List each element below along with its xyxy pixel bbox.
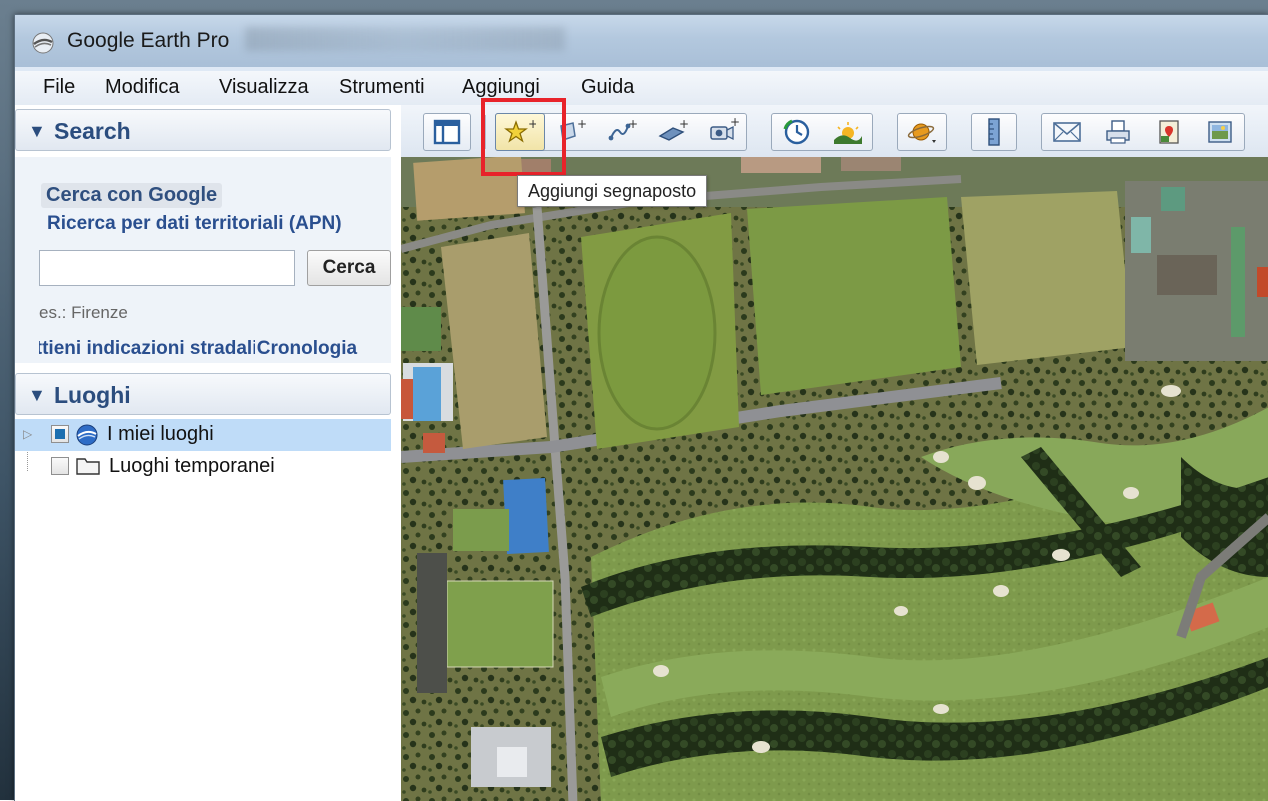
svg-text:+: + xyxy=(730,118,739,129)
menu-strumenti[interactable]: Strumenti xyxy=(339,76,425,99)
app-window: Google Earth Pro File Modifica Visualizz… xyxy=(14,14,1268,801)
view-in-google-maps-icon xyxy=(1158,120,1179,144)
places-panel-header[interactable]: ▼ Luoghi xyxy=(15,373,391,415)
map-view[interactable] xyxy=(401,157,1268,801)
tab-parcel-search[interactable]: Ricerca per dati territoriali (APN) xyxy=(47,213,342,235)
svg-text:+: + xyxy=(628,118,638,131)
search-button[interactable]: Cerca xyxy=(307,250,391,286)
svg-text:+: + xyxy=(679,118,689,131)
add-path-button[interactable]: + xyxy=(597,113,647,151)
add-image-overlay-icon: + xyxy=(658,118,689,141)
historical-imagery-button[interactable] xyxy=(771,113,822,151)
title-bar: Google Earth Pro xyxy=(15,15,1268,67)
collapse-arrow-icon: ▼ xyxy=(28,385,46,405)
record-tour-icon: + xyxy=(710,118,739,141)
email-icon xyxy=(1052,122,1081,142)
tree-item-my-places[interactable]: ▷ I miei luoghi xyxy=(15,419,391,451)
history-link[interactable]: Cronologia xyxy=(254,338,358,360)
add-image-overlay-button[interactable]: + xyxy=(648,113,698,151)
add-path-icon: + xyxy=(608,118,638,141)
search-input[interactable] xyxy=(39,250,295,286)
switch-planet-button[interactable] xyxy=(897,113,947,151)
menu-file[interactable]: File xyxy=(43,76,75,99)
ruler-icon xyxy=(988,118,1000,146)
sidebar-toggle-button[interactable] xyxy=(423,113,471,151)
menu-visualizza[interactable]: Visualizza xyxy=(219,76,309,99)
search-links: Ottieni indicazioni stradali Cronologia xyxy=(39,338,391,360)
switch-planet-icon xyxy=(907,123,936,143)
tree-item-temporary-places[interactable]: Luoghi temporanei xyxy=(15,451,391,483)
google-earth-logo-icon xyxy=(32,32,54,54)
record-tour-button[interactable]: + xyxy=(699,113,747,151)
search-panel-header[interactable]: ▼ Search xyxy=(15,109,391,151)
sidebar: ▼ Search Cerca con Google Ricerca per da… xyxy=(15,105,402,801)
print-button[interactable] xyxy=(1092,113,1143,151)
tab-google-search[interactable]: Cerca con Google xyxy=(41,183,223,208)
collapse-arrow-icon: ▼ xyxy=(28,121,46,141)
satellite-map-image xyxy=(401,157,1268,801)
save-image-icon xyxy=(1207,121,1232,143)
temporary-places-checkbox[interactable] xyxy=(51,457,69,475)
menu-bar: File Modifica Visualizza Strumenti Aggiu… xyxy=(15,71,1268,106)
places-panel-title: Luoghi xyxy=(54,382,131,408)
window-title: Google Earth Pro xyxy=(67,29,230,52)
my-places-label: I miei luoghi xyxy=(107,423,214,445)
add-placemark-highlight xyxy=(481,98,566,176)
expand-icon[interactable]: ▷ xyxy=(23,427,32,441)
globe-icon xyxy=(76,424,98,446)
email-button[interactable] xyxy=(1041,113,1092,151)
save-image-button[interactable] xyxy=(1194,113,1245,151)
temporary-places-label: Luoghi temporanei xyxy=(109,455,275,477)
menu-aggiungi[interactable]: Aggiungi xyxy=(462,76,540,99)
svg-text:+: + xyxy=(577,118,587,131)
folder-icon xyxy=(76,458,100,475)
historical-imagery-icon xyxy=(783,119,809,145)
my-places-checkbox[interactable] xyxy=(51,425,69,443)
sunlight-icon xyxy=(833,122,862,144)
view-in-google-maps-button[interactable] xyxy=(1143,113,1194,151)
print-icon xyxy=(1105,120,1130,144)
menu-modifica[interactable]: Modifica xyxy=(105,76,179,99)
sunlight-button[interactable] xyxy=(822,113,873,151)
search-hint: es.: Firenze xyxy=(39,303,128,322)
directions-link[interactable]: Ottieni indicazioni stradali xyxy=(39,338,257,360)
search-panel-title: Search xyxy=(54,118,131,144)
menu-guida[interactable]: Guida xyxy=(581,76,634,99)
ruler-button[interactable] xyxy=(971,113,1017,151)
sidebar-toggle-icon xyxy=(433,119,461,145)
tooltip: Aggiungi segnaposto xyxy=(517,175,708,207)
